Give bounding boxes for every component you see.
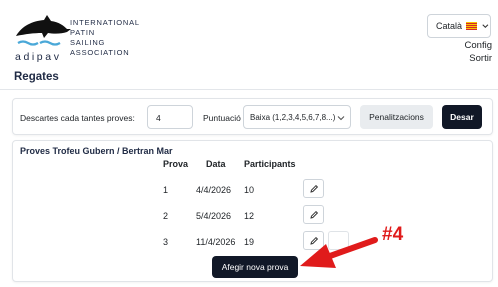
scoring-value: Baixa (1,2,3,4,5,6,7,8...) [250,113,336,122]
column-header-date: Data [206,159,226,169]
penalties-button[interactable]: Penalitzacions [360,105,433,129]
annotation-label: #4 [382,224,404,245]
races-card: Proves Trofeu Gubern / Bertran Mar Prova… [12,140,493,282]
race-number: 2 [163,211,169,221]
column-header-race: Prova [163,159,189,169]
race-participants: 12 [244,211,255,221]
race-participants: 10 [244,185,255,195]
pencil-icon [309,236,318,245]
language-select[interactable]: Català [427,14,491,38]
org-line: INTERNATIONAL [70,18,140,27]
add-race-button[interactable]: Afegir nova prova [212,256,298,278]
chevron-down-icon [337,116,345,121]
language-label: Català [436,21,463,31]
race-number: 1 [163,185,169,195]
extra-action-button[interactable] [328,231,349,250]
logout-link[interactable]: Sortir [469,53,492,64]
page-title: Regates [14,71,59,83]
brand-name: adipav [15,51,62,63]
scoring-label: Puntuació [203,113,241,123]
header: INTERNATIONAL PATIN SAILING ASSOCIATION … [0,0,498,68]
race-date: 5/4/2026 [196,211,232,221]
race-date: 11/4/2026 [196,237,236,247]
save-button[interactable]: Desar [442,105,482,129]
org-name: INTERNATIONAL PATIN SAILING ASSOCIATION [70,18,140,58]
column-header-participants: Participants [244,159,296,169]
pencil-icon [309,210,318,219]
edit-race-button[interactable] [303,205,324,224]
chevron-down-icon [482,24,489,29]
org-line: SAILING [70,38,106,47]
dolphin-logo [16,15,71,46]
edit-race-button[interactable] [303,231,324,250]
app-page: INTERNATIONAL PATIN SAILING ASSOCIATION … [0,0,498,287]
discards-label: Descartes cada tantes proves: [20,113,135,123]
race-number: 3 [163,237,169,247]
scoring-select[interactable]: Baixa (1,2,3,4,5,6,7,8...) [243,105,351,129]
race-date: 4/4/2026 [196,185,232,195]
config-link[interactable]: Config [465,40,492,51]
edit-race-button[interactable] [303,179,324,198]
org-line: PATIN [70,28,95,37]
title-bar: Regates [0,66,498,90]
pencil-icon [309,184,318,193]
settings-card: Descartes cada tantes proves: 4 Puntuaci… [12,98,493,135]
races-section-title: Proves Trofeu Gubern / Bertran Mar [20,146,173,156]
race-participants: 19 [244,237,255,247]
discards-input[interactable]: 4 [147,105,193,129]
catalan-flag-icon [466,22,478,30]
org-line: ASSOCIATION [70,48,130,57]
